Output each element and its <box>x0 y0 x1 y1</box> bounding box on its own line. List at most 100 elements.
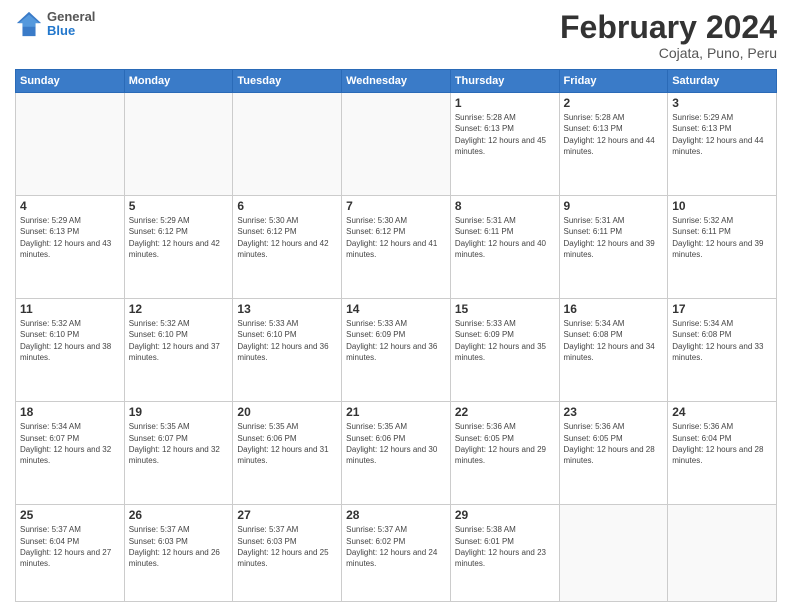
day-number: 2 <box>564 96 664 110</box>
day-info: Sunrise: 5:29 AM Sunset: 6:12 PM Dayligh… <box>129 215 229 260</box>
day-info: Sunrise: 5:36 AM Sunset: 6:05 PM Dayligh… <box>455 421 555 466</box>
day-info: Sunrise: 5:37 AM Sunset: 6:03 PM Dayligh… <box>237 524 337 569</box>
table-row: 14Sunrise: 5:33 AM Sunset: 6:09 PM Dayli… <box>342 299 451 402</box>
table-row: 24Sunrise: 5:36 AM Sunset: 6:04 PM Dayli… <box>668 402 777 505</box>
day-number: 13 <box>237 302 337 316</box>
calendar-week-row: 4 Sunrise: 5:29 AM Sunset: 6:13 PM Daylig… <box>16 196 777 299</box>
table-row <box>124 93 233 196</box>
day-info: Sunrise: 5:35 AM Sunset: 6:07 PM Dayligh… <box>129 421 229 466</box>
day-number: 11 <box>20 302 120 316</box>
table-row: 22 Sunrise: 5:36 AM Sunset: 6:05 PM Dayli… <box>450 402 559 505</box>
day-number: 28 <box>346 508 446 522</box>
day-info: Sunrise: 5:34 AM Sunset: 6:08 PM Dayligh… <box>672 318 772 363</box>
table-row: 26 Sunrise: 5:37 AM Sunset: 6:03 PM Dayli… <box>124 505 233 602</box>
table-row: 28Sunrise: 5:37 AM Sunset: 6:02 PM Dayli… <box>342 505 451 602</box>
table-row: 9 Sunrise: 5:31 AM Sunset: 6:11 PM Daylig… <box>559 196 668 299</box>
day-number: 5 <box>129 199 229 213</box>
table-row: 25 Sunrise: 5:37 AM Sunset: 6:04 PM Dayli… <box>16 505 125 602</box>
day-number: 4 <box>20 199 120 213</box>
header-saturday: Saturday <box>668 70 777 93</box>
day-info: Sunrise: 5:33 AM Sunset: 6:09 PM Dayligh… <box>455 318 555 363</box>
table-row: 15 Sunrise: 5:33 AM Sunset: 6:09 PM Dayli… <box>450 299 559 402</box>
day-info: Sunrise: 5:29 AM Sunset: 6:13 PM Dayligh… <box>20 215 120 260</box>
location-subtitle: Cojata, Puno, Peru <box>560 45 777 61</box>
day-info: Sunrise: 5:34 AM Sunset: 6:08 PM Dayligh… <box>564 318 664 363</box>
header-friday: Friday <box>559 70 668 93</box>
table-row: 18Sunrise: 5:34 AM Sunset: 6:07 PM Dayli… <box>16 402 125 505</box>
calendar-table: Sunday Monday Tuesday Wednesday Thursday… <box>15 69 777 602</box>
day-number: 26 <box>129 508 229 522</box>
logo-icon <box>15 10 43 38</box>
logo-general: General <box>47 10 95 24</box>
table-row: 19 Sunrise: 5:35 AM Sunset: 6:07 PM Dayli… <box>124 402 233 505</box>
header-tuesday: Tuesday <box>233 70 342 93</box>
day-info: Sunrise: 5:32 AM Sunset: 6:10 PM Dayligh… <box>129 318 229 363</box>
day-info: Sunrise: 5:36 AM Sunset: 6:05 PM Dayligh… <box>564 421 664 466</box>
table-row: 5 Sunrise: 5:29 AM Sunset: 6:12 PM Daylig… <box>124 196 233 299</box>
header-wednesday: Wednesday <box>342 70 451 93</box>
day-info: Sunrise: 5:37 AM Sunset: 6:03 PM Dayligh… <box>129 524 229 569</box>
table-row: 6 Sunrise: 5:30 AM Sunset: 6:12 PM Daylig… <box>233 196 342 299</box>
day-number: 20 <box>237 405 337 419</box>
table-row: 13Sunrise: 5:33 AM Sunset: 6:10 PM Dayli… <box>233 299 342 402</box>
table-row <box>668 505 777 602</box>
table-row <box>342 93 451 196</box>
month-title: February 2024 <box>560 10 777 45</box>
logo-text: General Blue <box>47 10 95 39</box>
table-row: 7 Sunrise: 5:30 AM Sunset: 6:12 PM Daylig… <box>342 196 451 299</box>
logo: General Blue <box>15 10 95 39</box>
title-block: February 2024 Cojata, Puno, Peru <box>560 10 777 61</box>
day-info: Sunrise: 5:28 AM Sunset: 6:13 PM Dayligh… <box>455 112 555 157</box>
day-number: 22 <box>455 405 555 419</box>
day-info: Sunrise: 5:30 AM Sunset: 6:12 PM Dayligh… <box>237 215 337 260</box>
table-row: 4 Sunrise: 5:29 AM Sunset: 6:13 PM Daylig… <box>16 196 125 299</box>
table-row: 29 Sunrise: 5:38 AM Sunset: 6:01 PM Dayli… <box>450 505 559 602</box>
day-number: 7 <box>346 199 446 213</box>
day-info: Sunrise: 5:35 AM Sunset: 6:06 PM Dayligh… <box>237 421 337 466</box>
table-row: 17Sunrise: 5:34 AM Sunset: 6:08 PM Dayli… <box>668 299 777 402</box>
day-number: 15 <box>455 302 555 316</box>
header-monday: Monday <box>124 70 233 93</box>
day-number: 8 <box>455 199 555 213</box>
day-number: 29 <box>455 508 555 522</box>
day-info: Sunrise: 5:31 AM Sunset: 6:11 PM Dayligh… <box>455 215 555 260</box>
table-row: 21 Sunrise: 5:35 AM Sunset: 6:06 PM Dayli… <box>342 402 451 505</box>
table-row: 23 Sunrise: 5:36 AM Sunset: 6:05 PM Dayli… <box>559 402 668 505</box>
day-info: Sunrise: 5:28 AM Sunset: 6:13 PM Dayligh… <box>564 112 664 157</box>
table-row: 20 Sunrise: 5:35 AM Sunset: 6:06 PM Dayli… <box>233 402 342 505</box>
day-number: 21 <box>346 405 446 419</box>
calendar-week-row: 11 Sunrise: 5:32 AM Sunset: 6:10 PM Dayli… <box>16 299 777 402</box>
day-number: 19 <box>129 405 229 419</box>
table-row: 3 Sunrise: 5:29 AM Sunset: 6:13 PM Daylig… <box>668 93 777 196</box>
day-number: 23 <box>564 405 664 419</box>
day-number: 25 <box>20 508 120 522</box>
day-number: 6 <box>237 199 337 213</box>
table-row: 8 Sunrise: 5:31 AM Sunset: 6:11 PM Daylig… <box>450 196 559 299</box>
day-info: Sunrise: 5:37 AM Sunset: 6:04 PM Dayligh… <box>20 524 120 569</box>
day-number: 3 <box>672 96 772 110</box>
table-row: 12 Sunrise: 5:32 AM Sunset: 6:10 PM Dayli… <box>124 299 233 402</box>
header-thursday: Thursday <box>450 70 559 93</box>
day-number: 16 <box>564 302 664 316</box>
table-row: 10Sunrise: 5:32 AM Sunset: 6:11 PM Dayli… <box>668 196 777 299</box>
table-row: 1Sunrise: 5:28 AM Sunset: 6:13 PM Daylig… <box>450 93 559 196</box>
logo-blue: Blue <box>47 24 95 38</box>
day-info: Sunrise: 5:33 AM Sunset: 6:09 PM Dayligh… <box>346 318 446 363</box>
day-info: Sunrise: 5:35 AM Sunset: 6:06 PM Dayligh… <box>346 421 446 466</box>
table-row: 2 Sunrise: 5:28 AM Sunset: 6:13 PM Daylig… <box>559 93 668 196</box>
day-info: Sunrise: 5:31 AM Sunset: 6:11 PM Dayligh… <box>564 215 664 260</box>
day-info: Sunrise: 5:38 AM Sunset: 6:01 PM Dayligh… <box>455 524 555 569</box>
day-number: 27 <box>237 508 337 522</box>
table-row: 16 Sunrise: 5:34 AM Sunset: 6:08 PM Dayli… <box>559 299 668 402</box>
day-info: Sunrise: 5:32 AM Sunset: 6:11 PM Dayligh… <box>672 215 772 260</box>
day-number: 12 <box>129 302 229 316</box>
table-row: 27 Sunrise: 5:37 AM Sunset: 6:03 PM Dayli… <box>233 505 342 602</box>
day-number: 9 <box>564 199 664 213</box>
calendar-week-row: 1Sunrise: 5:28 AM Sunset: 6:13 PM Daylig… <box>16 93 777 196</box>
day-number: 18 <box>20 405 120 419</box>
weekday-header-row: Sunday Monday Tuesday Wednesday Thursday… <box>16 70 777 93</box>
day-info: Sunrise: 5:32 AM Sunset: 6:10 PM Dayligh… <box>20 318 120 363</box>
day-info: Sunrise: 5:30 AM Sunset: 6:12 PM Dayligh… <box>346 215 446 260</box>
day-info: Sunrise: 5:29 AM Sunset: 6:13 PM Dayligh… <box>672 112 772 157</box>
page-header: General Blue February 2024 Cojata, Puno,… <box>15 10 777 61</box>
